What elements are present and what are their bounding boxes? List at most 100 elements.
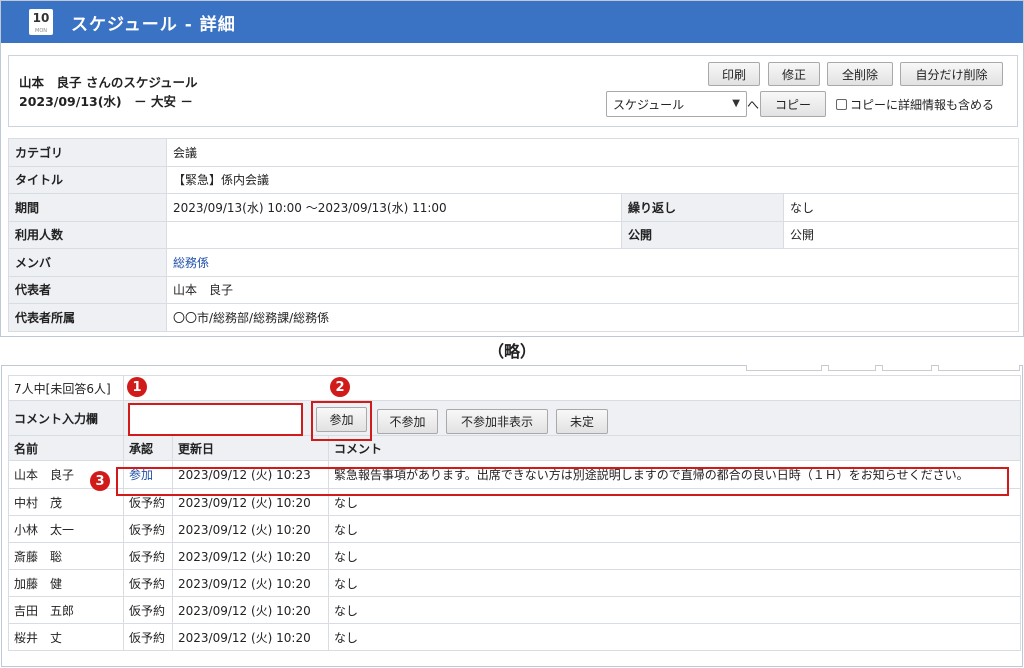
detail-row-member: メンバ 総務係 bbox=[8, 248, 1020, 277]
users-label: 利用人数 bbox=[8, 220, 167, 249]
comment-input[interactable] bbox=[128, 403, 303, 436]
cropped-button-fragment bbox=[882, 365, 932, 371]
category-value: 会議 bbox=[165, 138, 1020, 167]
member-label: メンバ bbox=[8, 248, 167, 277]
users-value bbox=[166, 220, 622, 249]
join-button[interactable]: 参加 bbox=[316, 407, 367, 432]
row-approval: 仮予約 bbox=[123, 596, 173, 624]
calendar-icon-dow: MON bbox=[35, 28, 47, 34]
representative-label: 代表者 bbox=[8, 275, 167, 304]
cropped-button-fragment bbox=[746, 365, 822, 371]
row-comment: なし bbox=[327, 596, 1022, 624]
repeat-label: 繰り返し bbox=[621, 193, 784, 222]
row-comment: なし bbox=[327, 623, 1022, 651]
table-row: 斎藤 聡 仮予約 2023/09/12 (火) 10:20 なし bbox=[8, 542, 1022, 570]
chevron-down-icon: ▼ bbox=[732, 98, 740, 109]
row-updated: 2023/09/12 (火) 10:20 bbox=[172, 515, 329, 543]
row-comment: なし bbox=[327, 542, 1022, 570]
delete-all-button[interactable]: 全削除 bbox=[827, 62, 893, 86]
schedule-owner: 山本 良子 さんのスケジュール bbox=[19, 75, 198, 90]
row-updated: 2023/09/12 (火) 10:20 bbox=[172, 623, 329, 651]
detail-row-title: タイトル 【緊急】係内会議 bbox=[8, 165, 1020, 194]
row-updated: 2023/09/12 (火) 10:20 bbox=[172, 488, 329, 516]
category-label: カテゴリ bbox=[8, 138, 167, 167]
department-value: 〇〇市/総務部/総務課/総務係 bbox=[165, 303, 1020, 332]
row-name: 小林 太一 bbox=[8, 515, 124, 543]
detail-row-users: 利用人数 公開 公開 bbox=[8, 220, 1020, 249]
row-updated: 2023/09/12 (火) 10:20 bbox=[172, 542, 329, 570]
callout-badge-3: 3 bbox=[90, 471, 110, 491]
row-name: 桜井 丈 bbox=[8, 623, 124, 651]
row-name: 斎藤 聡 bbox=[8, 542, 124, 570]
checkbox-icon[interactable] bbox=[836, 99, 847, 110]
comment-entry-label: コメント入力欄 bbox=[8, 400, 124, 436]
row-updated: 2023/09/12 (火) 10:23 bbox=[172, 460, 329, 489]
column-comment: コメント bbox=[327, 435, 1022, 461]
page-title: スケジュール - 詳細 bbox=[71, 14, 236, 35]
row-approval: 仮予約 bbox=[123, 542, 173, 570]
callout-badge-2: 2 bbox=[330, 377, 350, 397]
member-link[interactable]: 総務係 bbox=[173, 256, 209, 270]
title-label: タイトル bbox=[8, 165, 167, 194]
detail-row-department: 代表者所属 〇〇市/総務部/総務課/総務係 bbox=[8, 303, 1020, 332]
print-button[interactable]: 印刷 bbox=[708, 62, 760, 86]
table-row: 桜井 丈 仮予約 2023/09/12 (火) 10:20 なし bbox=[8, 623, 1022, 651]
copy-target-select[interactable]: スケジュール ▼ bbox=[606, 91, 747, 117]
detail-row-period: 期間 2023/09/13(水) 10:00 ～2023/09/13(水) 11… bbox=[8, 193, 1020, 222]
public-value: 公開 bbox=[782, 220, 1020, 249]
schedule-detail-panel: 10 MON スケジュール - 詳細 山本 良子 さんのスケジュール 2023/… bbox=[0, 0, 1024, 337]
column-updated: 更新日 bbox=[172, 435, 329, 461]
callout-badge-1: 1 bbox=[127, 377, 147, 397]
omitted-marker: （略） bbox=[487, 342, 536, 361]
title-value: 【緊急】係内会議 bbox=[165, 165, 1020, 194]
department-label: 代表者所属 bbox=[8, 303, 167, 332]
copy-button[interactable]: コピー bbox=[760, 91, 826, 117]
row-updated: 2023/09/12 (火) 10:20 bbox=[172, 569, 329, 597]
row-name: 加藤 健 bbox=[8, 569, 124, 597]
schedule-summary-box: 山本 良子 さんのスケジュール 2023/09/13(水) － 大安 － 印刷 … bbox=[8, 55, 1018, 127]
row-approval: 仮予約 bbox=[123, 488, 173, 516]
delete-self-button[interactable]: 自分だけ削除 bbox=[900, 62, 1003, 86]
attendance-summary: 7人中[未回答6人] bbox=[8, 375, 124, 401]
column-name: 名前 bbox=[8, 435, 124, 461]
schedule-detail-table: カテゴリ 会議 タイトル 【緊急】係内会議 期間 2023/09/13(水) 1… bbox=[8, 138, 1020, 332]
column-approval: 承認 bbox=[123, 435, 173, 461]
copy-target-value: スケジュール bbox=[613, 97, 685, 112]
row-name: 吉田 五郎 bbox=[8, 596, 124, 624]
repeat-value: なし bbox=[782, 193, 1020, 222]
decline-hide-button[interactable]: 不参加非表示 bbox=[446, 409, 548, 434]
detail-row-category: カテゴリ 会議 bbox=[8, 138, 1020, 167]
row-name: 中村 茂 bbox=[8, 488, 124, 516]
table-row: 中村 茂 仮予約 2023/09/12 (火) 10:20 なし bbox=[8, 488, 1022, 516]
detail-row-representative: 代表者 山本 良子 bbox=[8, 275, 1020, 304]
decline-button[interactable]: 不参加 bbox=[377, 409, 438, 434]
table-row: 加藤 健 仮予約 2023/09/12 (火) 10:20 なし bbox=[8, 569, 1022, 597]
schedule-date: 2023/09/13(水) － 大安 － bbox=[19, 94, 193, 109]
include-detail-label: コピーに詳細情報も含める bbox=[850, 98, 995, 112]
attendance-header-row: 名前 承認 更新日 コメント bbox=[8, 435, 1022, 461]
copy-to-label: へ bbox=[747, 98, 760, 112]
row-comment: なし bbox=[327, 488, 1022, 516]
calendar-icon-day: 10 bbox=[32, 11, 50, 25]
include-detail-checkbox[interactable]: コピーに詳細情報も含める bbox=[836, 96, 994, 113]
row-approval: 仮予約 bbox=[123, 623, 173, 651]
row-comment: 緊急報告事項があります。出席できない方は別途説明しますので直帰の都合の良い日時（… bbox=[327, 460, 1022, 489]
row-approval: 仮予約 bbox=[123, 515, 173, 543]
edit-button[interactable]: 修正 bbox=[768, 62, 820, 86]
table-row: 小林 太一 仮予約 2023/09/12 (火) 10:20 なし bbox=[8, 515, 1022, 543]
row-approval: 仮予約 bbox=[123, 569, 173, 597]
public-label: 公開 bbox=[621, 220, 784, 249]
table-row: 山本 良子 参加 2023/09/12 (火) 10:23 緊急報告事項がありま… bbox=[8, 460, 1022, 489]
period-value: 2023/09/13(水) 10:00 ～2023/09/13(水) 11:00 bbox=[166, 193, 622, 222]
row-updated: 2023/09/12 (火) 10:20 bbox=[172, 596, 329, 624]
row-approval-link[interactable]: 参加 bbox=[129, 468, 153, 482]
cropped-button-fragment bbox=[828, 365, 876, 371]
cropped-button-fragment bbox=[938, 365, 1020, 371]
undecided-button[interactable]: 未定 bbox=[556, 409, 608, 434]
row-comment: なし bbox=[327, 515, 1022, 543]
period-label: 期間 bbox=[8, 193, 167, 222]
table-row: 吉田 五郎 仮予約 2023/09/12 (火) 10:20 なし bbox=[8, 596, 1022, 624]
representative-value: 山本 良子 bbox=[165, 275, 1020, 304]
attendance-summary-row: 7人中[未回答6人] bbox=[8, 375, 1022, 401]
calendar-icon: 10 MON bbox=[29, 9, 53, 35]
